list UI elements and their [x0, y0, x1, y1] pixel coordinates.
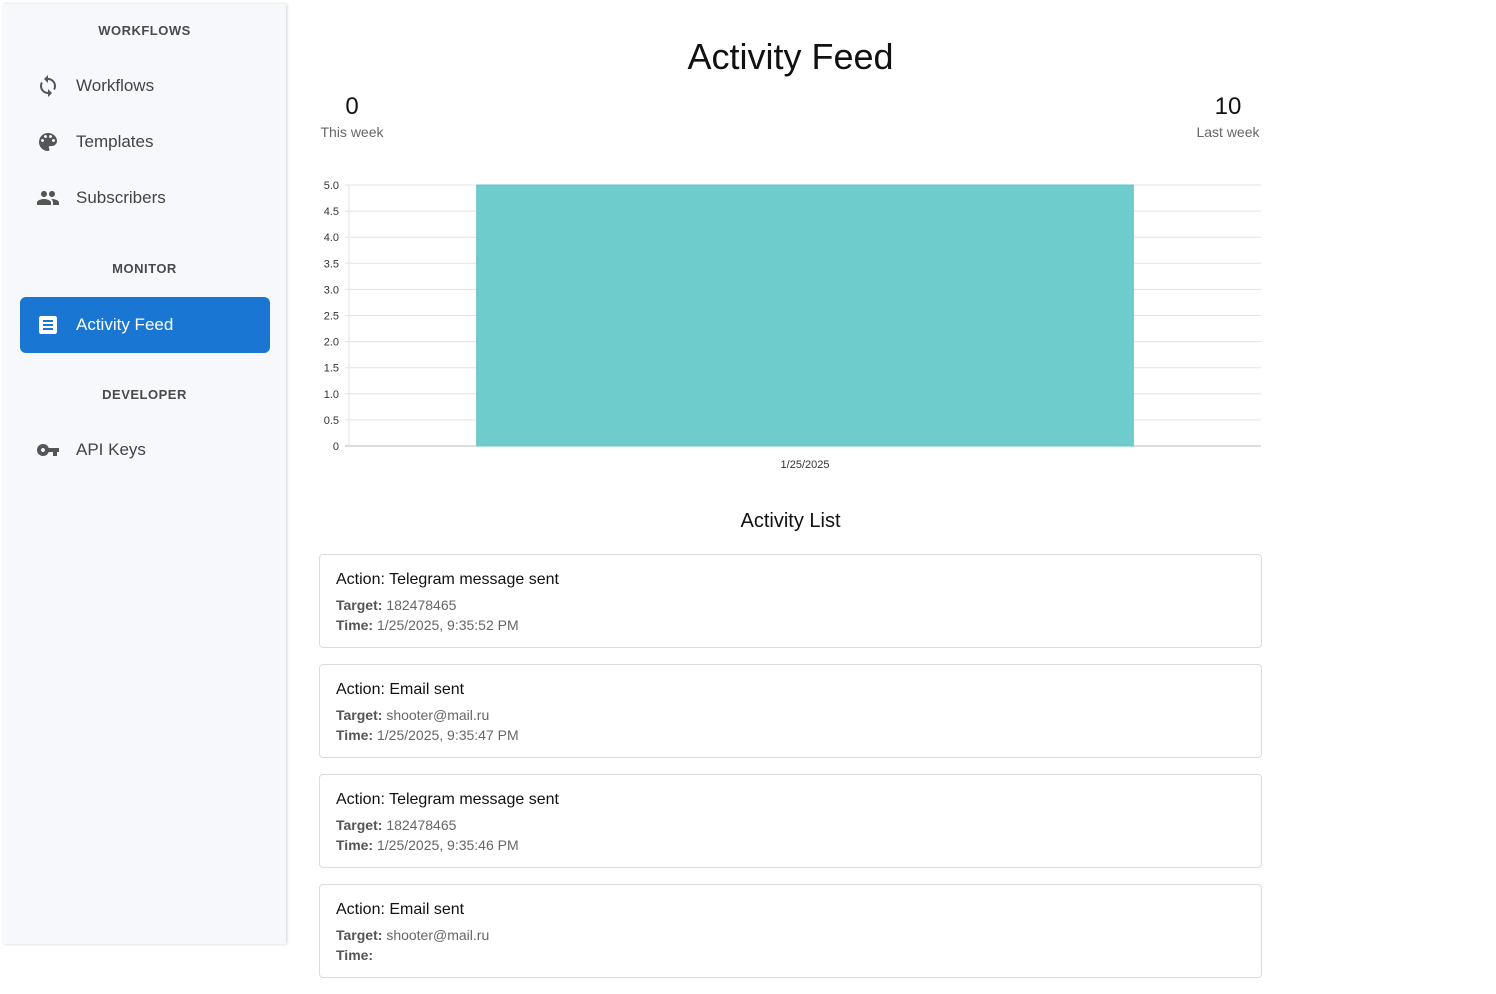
activity-time: Time: 1/25/2025, 9:35:52 PM — [336, 615, 1245, 635]
target-value: shooter@mail.ru — [386, 927, 490, 943]
target-value: shooter@mail.ru — [386, 707, 490, 723]
y-tick-label: 4.0 — [324, 232, 339, 244]
target-label: Target: — [336, 597, 383, 613]
activity-target: Target: 182478465 — [336, 595, 1245, 615]
activity-chart: 0 0.5 1.0 1.5 2.0 2.5 3.0 3.5 4.0 4.5 5.0 1/25/2025 — [319, 170, 1262, 480]
y-tick-label: 0 — [333, 441, 339, 453]
activity-action: Action: Telegram message sent — [336, 571, 559, 588]
section-title-developer: DEVELOPER — [102, 387, 187, 402]
sync-icon — [36, 74, 60, 98]
target-label: Target: — [336, 927, 383, 943]
time-value: 1/25/2025, 9:35:47 PM — [376, 727, 519, 743]
time-label: Time: — [336, 617, 374, 633]
activity-time: Time: — [336, 945, 1245, 965]
activity-time: Time: 1/25/2025, 9:35:46 PM — [336, 835, 1245, 855]
stat-last-week: 10 Last week — [1195, 92, 1261, 140]
palette-icon — [36, 130, 60, 154]
y-tick-label: 0.5 — [324, 415, 339, 427]
target-label: Target: — [336, 707, 383, 723]
list-icon — [36, 313, 60, 337]
y-tick-label: 3.0 — [324, 284, 339, 296]
sidebar-item-subscribers[interactable]: Subscribers — [20, 170, 270, 226]
x-tick-label: 1/25/2025 — [781, 459, 830, 471]
activity-card[interactable]: Action: Telegram message sent Target: 18… — [319, 554, 1262, 648]
sidebar-item-activity-feed[interactable]: Activity Feed — [20, 297, 270, 353]
activity-list-title: Activity List — [740, 510, 841, 532]
sidebar-item-templates[interactable]: Templates — [20, 114, 270, 170]
chart-bar — [476, 184, 1134, 447]
stat-caption: This week — [320, 124, 384, 140]
stat-this-week: 0 This week — [319, 92, 385, 140]
y-tick-label: 5.0 — [324, 180, 339, 192]
time-value: 1/25/2025, 9:35:52 PM — [376, 617, 519, 633]
key-icon — [36, 438, 60, 462]
stat-caption: Last week — [1196, 124, 1260, 140]
page-title: Activity Feed — [687, 36, 894, 77]
activity-target: Target: shooter@mail.ru — [336, 705, 1245, 725]
activity-time: Time: 1/25/2025, 9:35:47 PM — [336, 725, 1245, 745]
section-title-monitor: MONITOR — [112, 261, 177, 276]
activity-target: Target: shooter@mail.ru — [336, 925, 1245, 945]
sidebar-item-label: API Keys — [76, 440, 146, 459]
y-tick-label: 2.0 — [324, 337, 339, 349]
activity-list: Action: Telegram message sent Target: 18… — [319, 554, 1262, 994]
time-value: 1/25/2025, 9:35:46 PM — [376, 837, 519, 853]
y-tick-label: 2.5 — [324, 311, 339, 323]
y-tick-label: 1.0 — [324, 389, 339, 401]
sidebar-item-workflows[interactable]: Workflows — [20, 58, 270, 114]
activity-card[interactable]: Action: Email sent Target: shooter@mail.… — [319, 664, 1262, 758]
stat-value: 10 — [1214, 93, 1242, 120]
sidebar-item-label: Subscribers — [76, 188, 166, 207]
activity-chart-svg: 0 0.5 1.0 1.5 2.0 2.5 3.0 3.5 4.0 4.5 5.0 1/25/2025 — [324, 180, 1261, 471]
activity-action: Action: Email sent — [336, 901, 465, 918]
activity-card[interactable]: Action: Telegram message sent Target: 18… — [319, 774, 1262, 868]
target-label: Target: — [336, 817, 383, 833]
sidebar-item-label: Activity Feed — [76, 315, 174, 334]
y-tick-label: 1.5 — [324, 363, 339, 375]
sidebar-item-label: Templates — [76, 132, 154, 151]
sidebar-item-label: Workflows — [76, 76, 155, 95]
y-tick-label: 4.5 — [324, 206, 339, 218]
time-label: Time: — [336, 727, 374, 743]
section-title-workflows: WORKFLOWS — [98, 23, 191, 38]
sidebar-item-api-keys[interactable]: API Keys — [20, 422, 270, 478]
time-label: Time: — [336, 837, 374, 853]
activity-action: Action: Email sent — [336, 681, 465, 698]
people-icon — [36, 186, 60, 210]
y-tick-label: 3.5 — [324, 258, 339, 270]
target-value: 182478465 — [386, 817, 457, 833]
time-label: Time: — [336, 947, 374, 963]
sidebar: WORKFLOWS Workflows Templates Subscriber… — [3, 4, 286, 944]
activity-target: Target: 182478465 — [336, 815, 1245, 835]
target-value: 182478465 — [386, 597, 457, 613]
stat-value: 0 — [345, 93, 359, 120]
activity-card[interactable]: Action: Email sent Target: shooter@mail.… — [319, 884, 1262, 978]
activity-action: Action: Telegram message sent — [336, 791, 559, 808]
